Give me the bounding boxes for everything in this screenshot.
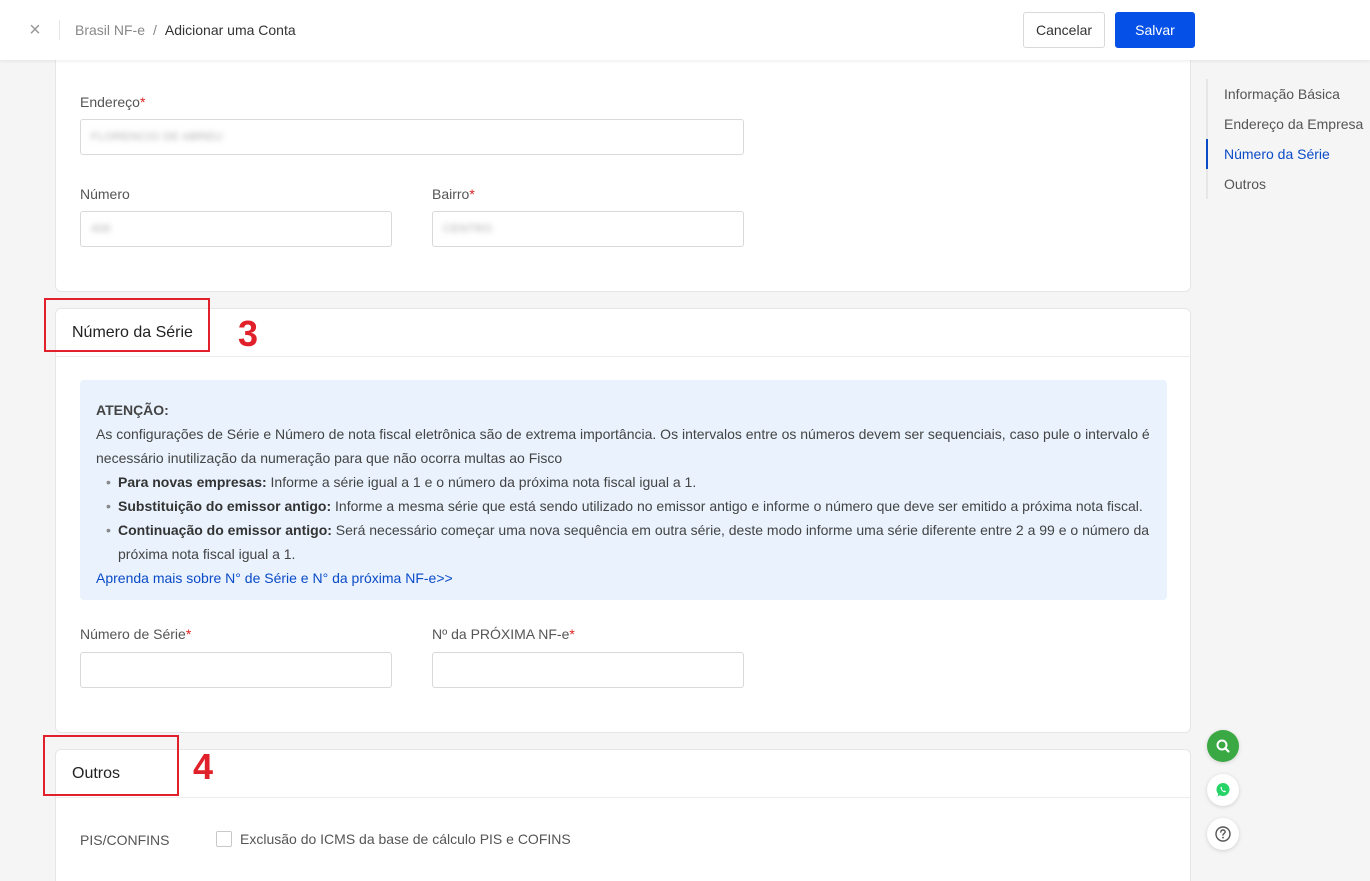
top-bar: × Brasil NF-e / Adicionar uma Conta Canc… (0, 0, 1370, 60)
annotation-box-3 (44, 298, 210, 352)
serie-title: Número da Série (56, 309, 1190, 357)
annotation-number-3: 3 (238, 313, 259, 354)
outros-card: Outros PIS/CONFINS Exclusão do ICMS da b… (55, 749, 1191, 881)
numero-input[interactable]: 406 (80, 211, 392, 247)
numero-serie-input[interactable] (80, 652, 392, 688)
proxima-nfe-input[interactable] (432, 652, 744, 688)
pis-label: PIS/CONFINS (80, 832, 170, 848)
nav-item-informacao-basica[interactable]: Informação Básica (1206, 79, 1370, 109)
endereco-input[interactable]: FLORENCIO DE ABREU (80, 119, 744, 155)
search-icon[interactable] (1207, 730, 1239, 762)
notice-list: Para novas empresas: Informe a série igu… (96, 470, 1151, 566)
breadcrumb-separator: / (153, 22, 157, 38)
endereco-value: FLORENCIO DE ABREU (91, 131, 223, 143)
numero-value: 406 (91, 223, 111, 235)
anchor-nav: Informação Básica Endereço da Empresa Nú… (1206, 79, 1370, 199)
notice-title: ATENÇÃO: (96, 402, 169, 418)
breadcrumb: Brasil NF-e / Adicionar uma Conta (75, 22, 296, 38)
address-card: Endereço* FLORENCIO DE ABREU Número 406 … (55, 40, 1191, 292)
notice-item: Substituição do emissor antigo: Informe … (106, 494, 1151, 518)
proxima-nfe-label: Nº da PRÓXIMA NF-e* (432, 626, 575, 642)
annotation-box-4 (43, 735, 179, 796)
notice-item: Para novas empresas: Informe a série igu… (106, 470, 1151, 494)
nav-item-endereco-empresa[interactable]: Endereço da Empresa (1206, 109, 1370, 139)
icms-exclusion-checkbox[interactable] (216, 831, 232, 847)
save-button[interactable]: Salvar (1115, 12, 1195, 48)
annotation-number-4: 4 (193, 746, 214, 787)
notice-intro: As configurações de Série e Número de no… (96, 426, 1150, 466)
bairro-label: Bairro* (432, 186, 475, 202)
breadcrumb-current: Adicionar uma Conta (164, 22, 296, 38)
whatsapp-icon[interactable] (1207, 774, 1239, 806)
nav-item-outros[interactable]: Outros (1206, 169, 1370, 199)
numero-serie-label: Número de Série* (80, 626, 192, 642)
header-divider (59, 20, 60, 40)
cancel-button[interactable]: Cancelar (1023, 12, 1105, 48)
close-icon[interactable]: × (22, 17, 48, 43)
attention-notice: ATENÇÃO: As configurações de Série e Núm… (80, 380, 1167, 600)
numero-label: Número (80, 186, 130, 202)
serie-card: Número da Série ATENÇÃO: As configuraçõe… (55, 308, 1191, 733)
endereco-label: Endereço* (80, 94, 146, 110)
learn-more-link[interactable]: Aprenda mais sobre N° de Série e N° da p… (96, 570, 453, 586)
help-icon[interactable] (1207, 818, 1239, 850)
bairro-input[interactable]: CENTRO (432, 211, 744, 247)
notice-item: Continuação do emissor antigo: Será nece… (106, 518, 1151, 566)
outros-title: Outros (56, 750, 1190, 798)
breadcrumb-root[interactable]: Brasil NF-e (75, 22, 145, 38)
icms-exclusion-label[interactable]: Exclusão do ICMS da base de cálculo PIS … (240, 831, 571, 847)
bairro-value: CENTRO (443, 223, 493, 235)
nav-item-numero-serie[interactable]: Número da Série (1206, 139, 1370, 169)
